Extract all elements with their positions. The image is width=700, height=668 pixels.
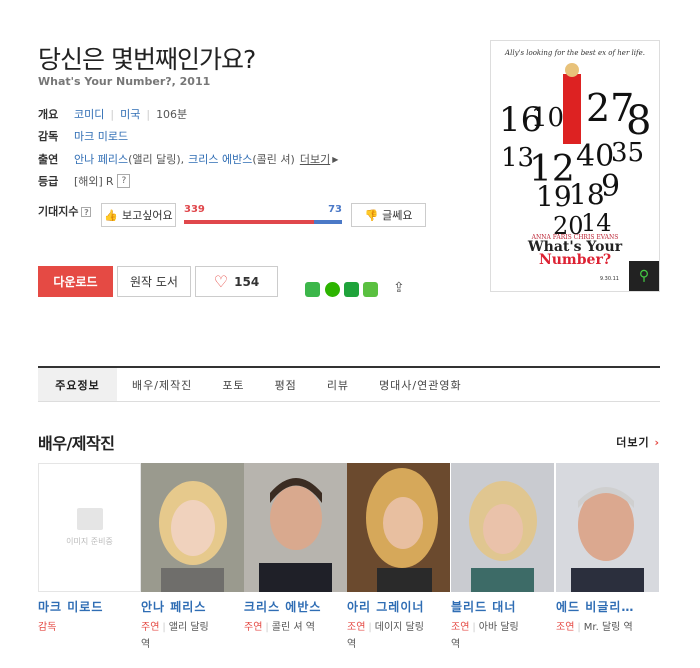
want-bar-fill [184,220,314,224]
cast-card[interactable]: 안나 페리스 주연 | 앨리 달링 역 [141,463,244,653]
chevron-right-icon: ▶ [332,154,339,164]
cast-photo [244,463,347,592]
cast-photo [556,463,659,592]
want-to-see-label: 보고싶어요 [122,209,173,222]
movie-title: 당신은 몇번째인가요? [38,45,256,74]
director-label: 감독 [38,130,59,143]
talk-share-icon[interactable] [325,282,340,297]
portrait-image [141,463,244,592]
svg-text:10: 10 [531,103,564,133]
portrait-image [347,463,450,592]
original-book-button[interactable]: 원작 도서 [117,266,191,297]
rating-label: 등급 [38,175,59,188]
cast-photo [347,463,450,592]
cast-role: 주연 | 앨리 달링 역 [141,622,209,650]
want-to-see-button[interactable]: 👍 보고싶어요 [101,203,176,227]
expectation-label: 기대지수? [38,203,98,219]
doubt-button[interactable]: 👎 글쎄요 [351,203,426,227]
cast-card[interactable]: 블리드 대너 조연 | 아바 달링 역 [451,463,554,653]
download-button[interactable]: 다운로드 [38,266,113,297]
rating-value: R [105,174,114,188]
doubt-label: 글쎄요 [382,209,413,222]
expectation-label-row: 기대지수? [38,203,98,219]
like-button[interactable]: ♡ 154 [195,266,278,297]
share-icon[interactable]: ⇪ [393,280,405,296]
overview-label: 개요 [38,108,59,121]
portrait-image [451,463,554,592]
cast-role: 조연 | Mr. 달링 역 [556,622,633,633]
heart-icon: ♡ [213,272,229,291]
svg-text:19: 19 [536,180,572,213]
cast-role-2: (콜린 셔) [252,153,295,166]
cast-row: 출연 안나 페리스 (앨리 달링), 크리스 에반스 (콜린 셔) 더보기 ▶ [38,151,338,167]
cast-card[interactable]: 크리스 에반스 주연 | 콜린 셔 역 [244,463,347,636]
cast-card[interactable]: 에드 비글리… 조연 | Mr. 달링 역 [556,463,659,636]
overview-row: 개요 코미디 | 미국 | 106분 [38,106,188,122]
svg-text:9: 9 [601,169,620,204]
tab-review[interactable]: 리뷰 [312,368,364,401]
like-count: 154 [234,274,260,289]
portrait-image [556,463,659,592]
placeholder-text: 이미지 준비중 [66,537,113,546]
zoom-icon[interactable]: ⚲ [629,261,659,291]
rating-region: [해외] [74,175,103,188]
tab-quotes[interactable]: 명대사/연관영화 [364,368,477,401]
image-placeholder-icon [76,508,103,530]
tab-bar: 주요정보 배우/제작진 포토 평점 리뷰 명대사/연관영화 [38,366,660,402]
cast-name[interactable]: 안나 페리스 [141,598,244,615]
tab-cast-crew[interactable]: 배우/제작진 [117,368,207,401]
line-share-icon[interactable] [305,282,320,297]
thumbs-down-icon: 👎 [364,208,379,222]
question-icon[interactable]: ? [81,207,92,217]
expectation-bar-track [184,220,342,224]
chevron-right-icon: › [654,436,660,449]
poster-date: 9.30.11 [599,276,619,282]
movie-subtitle: What's Your Number?, 2011 [38,75,211,88]
cast-photo [451,463,554,592]
rating-row: 등급 [해외] R ? [38,173,131,189]
cast-name[interactable]: 마크 미로드 [38,598,141,615]
blog-share-icon[interactable] [363,282,378,297]
expectation-bar: 339 73 [184,204,342,228]
cast-link-2[interactable]: 크리스 에반스 [188,151,252,167]
cast-card[interactable]: 이미지 준비중 마크 미로드 감독 [38,463,141,636]
cast-photo [141,463,244,592]
cast-role: 주연 | 콜린 셔 역 [244,622,315,633]
want-count: 339 [184,204,205,215]
portrait-image [244,463,347,592]
question-icon[interactable]: ? [117,174,131,188]
band-share-icon[interactable] [344,282,359,297]
cast-more-link[interactable]: 더보기 › [616,434,660,450]
cast-label: 출연 [38,153,59,166]
cast-role-1: (앨리 달링), [128,153,185,166]
tab-main-info[interactable]: 주요정보 [38,368,117,401]
svg-text:14: 14 [581,209,612,237]
cast-role: 감독 [38,622,57,633]
director-link[interactable]: 마크 미로드 [74,128,128,144]
cast-role: 조연 | 아바 달링 역 [451,622,519,650]
country-link[interactable]: 미국 [120,106,140,122]
tab-photo[interactable]: 포토 [207,368,259,401]
runtime: 106분 [156,108,188,121]
thumbs-up-icon: 👍 [104,208,119,222]
tab-rating[interactable]: 평점 [260,368,312,401]
movie-poster[interactable]: Ally's looking for the best ex of her li… [490,40,660,292]
genre-link[interactable]: 코미디 [74,106,104,122]
cast-name[interactable]: 아리 그레이너 [347,598,450,615]
cast-name[interactable]: 크리스 에반스 [244,598,347,615]
photo-placeholder: 이미지 준비중 [38,463,141,592]
cast-role: 조연 | 데이지 달링 역 [347,622,424,650]
doubt-count: 73 [328,204,342,215]
cast-card[interactable]: 아리 그레이너 조연 | 데이지 달링 역 [347,463,450,653]
director-row: 감독 마크 미로드 [38,128,128,144]
cast-link-1[interactable]: 안나 페리스 [74,151,128,167]
svg-text:35: 35 [611,138,644,168]
more-cast-link[interactable]: 더보기 [300,151,330,167]
cast-name[interactable]: 에드 비글리… [556,598,659,615]
poster-numbers-art: 16 10 27 8 13 12 40 35 19 18 9 20 14 [499,63,651,240]
cast-section-title: 배우/제작진 [38,434,115,453]
svg-text:18: 18 [569,178,605,211]
cast-name[interactable]: 블리드 대너 [451,598,554,615]
